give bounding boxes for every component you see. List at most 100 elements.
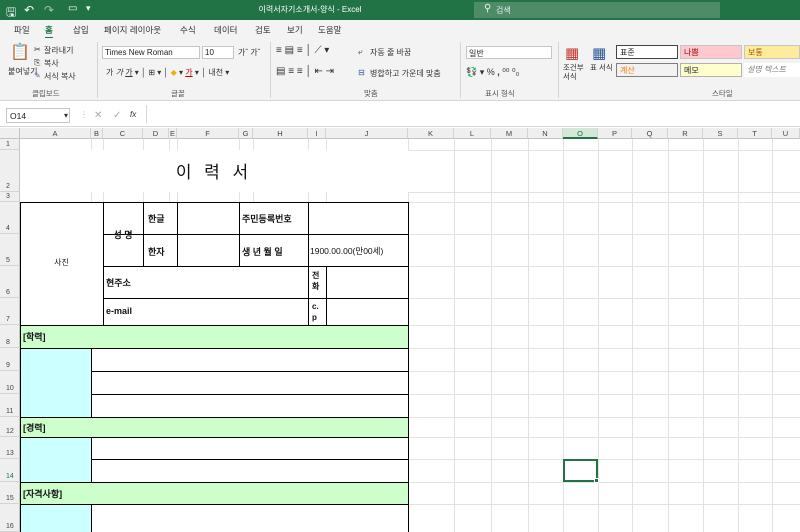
row-header[interactable]: 15: [0, 482, 20, 504]
name-box-dropdown-icon[interactable]: ▾: [64, 111, 68, 120]
style-normal[interactable]: 표준: [616, 45, 678, 59]
select-all-corner[interactable]: [0, 128, 20, 139]
formula-input[interactable]: [146, 105, 800, 123]
style-note[interactable]: 메모: [680, 63, 742, 77]
row-header[interactable]: 1: [0, 139, 20, 150]
cut-button[interactable]: 잘라내기: [44, 45, 73, 56]
cut-icon[interactable]: ✂: [34, 45, 41, 54]
search-input[interactable]: ⚲ 검색: [474, 2, 720, 18]
font-name-select[interactable]: Times New Roman: [102, 46, 200, 59]
column-header-selected[interactable]: O: [563, 128, 598, 139]
row-header[interactable]: 12: [0, 417, 20, 437]
column-gridline: [143, 192, 144, 202]
conditional-format-icon[interactable]: ▦: [565, 44, 579, 62]
border-line: [91, 371, 408, 372]
column-header[interactable]: A: [20, 128, 91, 139]
format-painter-icon[interactable]: ✎: [34, 71, 41, 80]
selected-cell-o14[interactable]: [563, 459, 598, 482]
row-gridline: [408, 234, 800, 235]
column-header[interactable]: U: [772, 128, 800, 139]
align-top-icons[interactable]: ≡ ▤ ≡ │ ⟋ ▾: [276, 45, 329, 56]
row-header[interactable]: 5: [0, 234, 20, 266]
email-label: e-mail: [106, 306, 133, 316]
row-header[interactable]: 16: [0, 504, 20, 532]
column-header[interactable]: M: [491, 128, 528, 139]
column-header[interactable]: B: [91, 128, 103, 139]
row-header[interactable]: 2: [0, 150, 20, 192]
format-painter-button[interactable]: 서식 복사: [44, 71, 76, 82]
column-header[interactable]: J: [326, 128, 408, 139]
row-gridline: [408, 417, 800, 418]
tab-data[interactable]: 데이터: [214, 24, 237, 36]
column-header[interactable]: L: [454, 128, 491, 139]
paste-icon[interactable]: 📋: [10, 42, 30, 62]
column-header[interactable]: S: [703, 128, 738, 139]
tab-view[interactable]: 보기: [287, 24, 303, 36]
name-box[interactable]: O14: [6, 108, 70, 123]
font-size-select[interactable]: 10: [202, 46, 234, 59]
conditional-format-button[interactable]: 조건부 서식: [563, 63, 591, 81]
tab-page-layout[interactable]: 페이지 레이아웃: [104, 24, 161, 36]
row-header[interactable]: 13: [0, 437, 20, 459]
column-header[interactable]: I: [308, 128, 326, 139]
row-header[interactable]: 8: [0, 325, 20, 348]
merge-center-button[interactable]: 병합하고 가운데 맞춤: [370, 68, 441, 79]
column-header[interactable]: Q: [632, 128, 668, 139]
wrap-text-button[interactable]: 자동 줄 바꿈: [370, 47, 411, 58]
column-header[interactable]: C: [103, 128, 143, 139]
tab-review[interactable]: 검토: [255, 24, 271, 36]
row-header[interactable]: 6: [0, 266, 20, 298]
column-header[interactable]: G: [239, 128, 253, 139]
table-format-icon[interactable]: ▦: [592, 44, 606, 62]
column-gridline: [177, 192, 178, 202]
column-header[interactable]: E: [169, 128, 177, 139]
row-header[interactable]: 3: [0, 192, 20, 202]
copy-icon[interactable]: ⎘: [34, 58, 40, 68]
fill-handle[interactable]: [594, 478, 599, 483]
row-gridline: [408, 348, 800, 349]
table-format-button[interactable]: 표 서식: [590, 63, 614, 72]
row-header[interactable]: 7: [0, 298, 20, 325]
tab-help[interactable]: 도움말: [318, 24, 341, 36]
border-line: [103, 298, 408, 299]
column-header[interactable]: H: [253, 128, 308, 139]
row-header[interactable]: 9: [0, 348, 20, 371]
font-grow-icon[interactable]: 가ˆ 가ˇ: [238, 47, 260, 58]
row-header[interactable]: 4: [0, 202, 20, 234]
tab-home[interactable]: 홈: [45, 24, 53, 39]
number-buttons[interactable]: 💱 ▾ % , ⁰⁰ ⁰₀: [466, 67, 519, 78]
column-header[interactable]: F: [177, 128, 239, 139]
column-header[interactable]: D: [143, 128, 169, 139]
enter-icon[interactable]: ✓: [113, 110, 121, 121]
border-line: [143, 202, 144, 266]
style-neutral[interactable]: 보통: [744, 45, 800, 59]
wrap-text-icon[interactable]: ⤶: [358, 47, 362, 57]
number-format-select[interactable]: 일반: [466, 46, 552, 59]
column-header[interactable]: K: [408, 128, 454, 139]
tab-insert[interactable]: 삽입: [73, 24, 89, 36]
column-header[interactable]: P: [598, 128, 632, 139]
insert-function-icon[interactable]: fx: [130, 110, 136, 119]
column-header[interactable]: T: [738, 128, 772, 139]
cancel-icon[interactable]: ✕: [94, 110, 102, 121]
style-bad[interactable]: 나쁨: [680, 45, 742, 59]
ribbon-separator: [270, 42, 271, 98]
align-horizontal-icons[interactable]: ▤ ≡ ≡ │ ⇤ ⇥: [276, 66, 334, 77]
style-calculation[interactable]: 계산: [616, 63, 678, 77]
name-label: 성 명: [113, 230, 133, 240]
tab-file[interactable]: 파일: [14, 24, 30, 36]
copy-button[interactable]: 복사: [44, 58, 59, 69]
tab-formulas[interactable]: 수식: [180, 24, 196, 36]
style-explanatory[interactable]: 설명 텍스트: [744, 63, 800, 77]
row-gridline: [408, 202, 800, 203]
birth-value[interactable]: 1900.00.00(만00세): [310, 245, 383, 257]
font-style-buttons[interactable]: 가 가 가 ▾ │ ⊞ ▾ │ ◆ ▾ 가 ▾ │ 내천 ▾: [106, 67, 229, 78]
cert-date-fill: [20, 504, 91, 532]
row-header[interactable]: 11: [0, 394, 20, 417]
row-header-selected[interactable]: 14: [0, 459, 20, 482]
row-gridline: [408, 150, 800, 151]
column-header[interactable]: N: [528, 128, 563, 139]
row-header[interactable]: 10: [0, 371, 20, 394]
column-header[interactable]: R: [668, 128, 703, 139]
merge-center-icon[interactable]: ⊟: [358, 68, 365, 77]
